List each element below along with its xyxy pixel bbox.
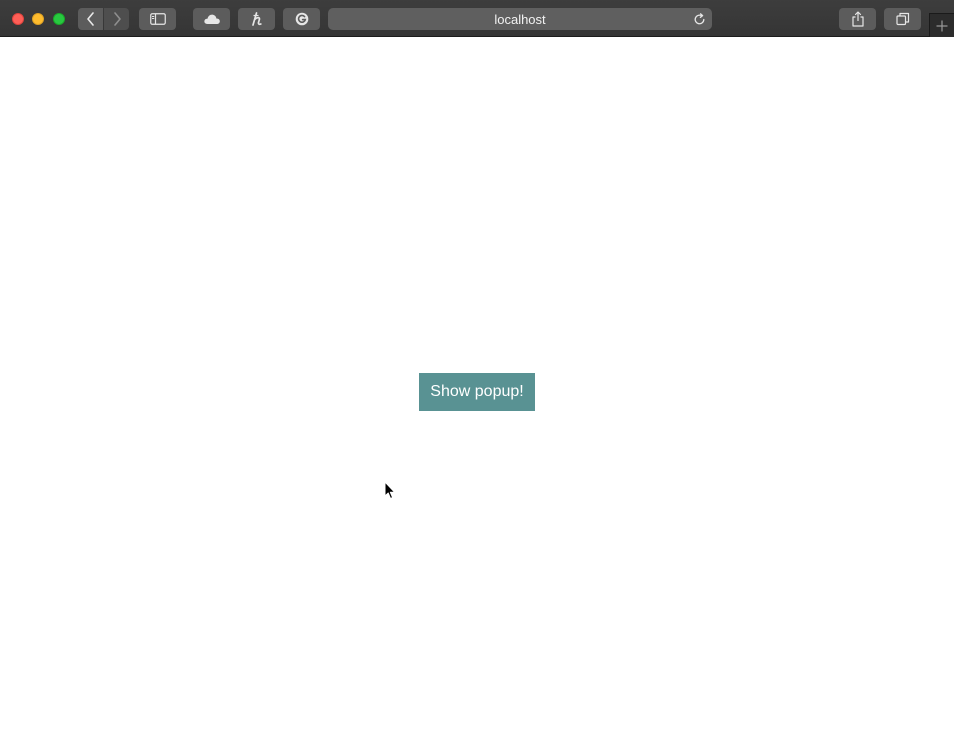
- browser-window: localhost Show popup!: [0, 0, 954, 745]
- share-icon: [851, 11, 864, 27]
- show-popup-button[interactable]: Show popup!: [419, 373, 535, 411]
- reload-icon: [694, 12, 704, 24]
- reload-button[interactable]: [691, 11, 707, 27]
- page-content: Show popup!: [0, 37, 954, 745]
- address-bar[interactable]: localhost: [328, 8, 712, 30]
- chevron-left-icon: [86, 12, 94, 26]
- close-window-button[interactable]: [12, 13, 24, 25]
- grammarly-icon: [295, 12, 308, 26]
- address-text: localhost: [494, 11, 546, 27]
- tab-overview-icon: [895, 12, 909, 26]
- grammarly-button[interactable]: [283, 8, 320, 30]
- tab-overview-button[interactable]: [884, 8, 921, 30]
- h-extension-icon: [251, 12, 262, 26]
- share-button[interactable]: [839, 8, 876, 30]
- sidebar-icon: [149, 13, 166, 25]
- plus-icon: [936, 20, 948, 31]
- chevron-right-icon: [113, 12, 121, 26]
- maximize-window-button[interactable]: [53, 13, 65, 25]
- new-tab-button[interactable]: [929, 13, 954, 37]
- cloud-tabs-button[interactable]: [193, 8, 230, 30]
- browser-toolbar: localhost: [0, 0, 954, 37]
- navigation-buttons: [78, 8, 129, 30]
- minimize-window-button[interactable]: [32, 13, 44, 25]
- back-button[interactable]: [78, 8, 103, 30]
- mouse-cursor-icon: [384, 481, 396, 499]
- h-extension-button[interactable]: [238, 8, 275, 30]
- forward-button[interactable]: [104, 8, 129, 30]
- sidebar-button[interactable]: [139, 8, 176, 30]
- cloud-icon: [203, 14, 220, 24]
